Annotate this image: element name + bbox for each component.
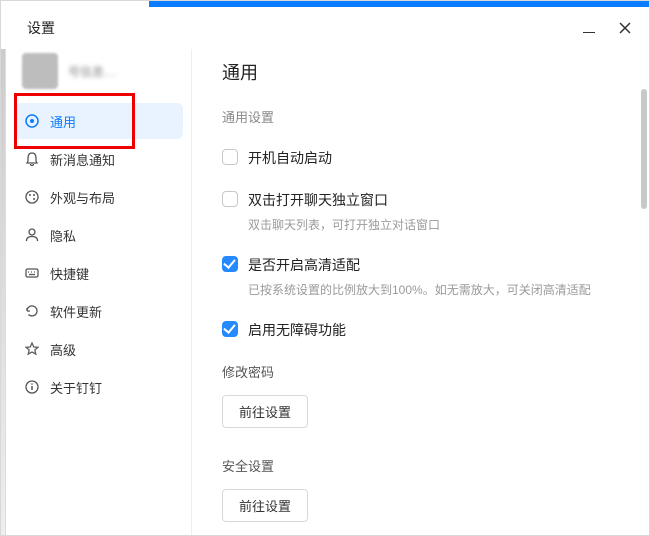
- option-label: 是否开启高清适配: [248, 255, 591, 275]
- gear-icon: [24, 113, 40, 129]
- checkbox[interactable]: [222, 149, 238, 165]
- sidebar-item-general[interactable]: 通用: [14, 103, 183, 139]
- sidebar-item-advanced[interactable]: 高级: [14, 331, 183, 367]
- page-title: 通用: [222, 59, 619, 85]
- group-security: 安全设置: [222, 456, 619, 475]
- scrollbar[interactable]: [641, 89, 647, 209]
- titlebar: 设置: [1, 1, 649, 49]
- keyboard-icon: [24, 265, 40, 281]
- window-body: 号信息… 通用 新消息通知: [1, 49, 649, 535]
- option-label: 双击打开聊天独立窗口: [248, 190, 440, 210]
- bell-icon: [24, 151, 40, 167]
- sidebar-item-label: 关于钉钉: [50, 378, 102, 397]
- checkbox[interactable]: [222, 191, 238, 207]
- sidebar-item-label: 隐私: [50, 226, 76, 245]
- sidebar-item-label: 通用: [50, 112, 76, 131]
- checkbox[interactable]: [222, 321, 238, 337]
- sidebar-item-privacy[interactable]: 隐私: [14, 217, 183, 253]
- sidebar-item-label: 外观与布局: [50, 188, 115, 207]
- person-icon: [24, 227, 40, 243]
- sidebar-item-about[interactable]: 关于钉钉: [14, 369, 183, 405]
- window-controls: [583, 20, 631, 36]
- palette-icon: [24, 189, 40, 205]
- checkbox[interactable]: [222, 256, 238, 272]
- sidebar-item-notifications[interactable]: 新消息通知: [14, 141, 183, 177]
- goto-settings-button[interactable]: 前往设置: [222, 395, 308, 428]
- avatar: [22, 53, 58, 89]
- option-label: 开机自动启动: [248, 148, 332, 168]
- sidebar-item-label: 软件更新: [50, 302, 102, 321]
- profile-text: 号信息…: [68, 63, 116, 80]
- option-accessibility[interactable]: 启用无障碍功能: [222, 320, 619, 340]
- content-panel: 通用 通用设置 开机自动启动 双击打开聊天独立窗口 双击聊天列表，可打开独立对话…: [192, 49, 649, 535]
- option-autostart[interactable]: 开机自动启动: [222, 148, 619, 168]
- close-button[interactable]: [619, 22, 631, 34]
- sidebar-nav: 通用 新消息通知 外观与布局: [6, 99, 191, 409]
- settings-window: 设置 号信息… 通用: [0, 0, 650, 536]
- sidebar-item-label: 快捷键: [50, 264, 89, 283]
- sidebar-item-label: 新消息通知: [50, 150, 115, 169]
- window-title: 设置: [27, 18, 55, 38]
- sidebar-item-updates[interactable]: 软件更新: [14, 293, 183, 329]
- sidebar-item-shortcuts[interactable]: 快捷键: [14, 255, 183, 291]
- profile-block[interactable]: 号信息…: [6, 49, 191, 99]
- section-label: 通用设置: [222, 107, 619, 126]
- option-hidpi[interactable]: 是否开启高清适配 已按系统设置的比例放大到100%。如无需放大，可关闭高清适配: [222, 255, 619, 298]
- goto-settings-button[interactable]: 前往设置: [222, 489, 308, 522]
- sidebar: 号信息… 通用 新消息通知: [6, 49, 192, 535]
- sidebar-item-label: 高级: [50, 340, 76, 359]
- sidebar-item-appearance[interactable]: 外观与布局: [14, 179, 183, 215]
- option-desc: 已按系统设置的比例放大到100%。如无需放大，可关闭高清适配: [248, 281, 591, 298]
- group-change-password: 修改密码: [222, 362, 619, 381]
- minimize-button[interactable]: [583, 20, 595, 36]
- info-icon: [24, 379, 40, 395]
- option-label: 启用无障碍功能: [248, 320, 346, 340]
- option-doubleclick-window[interactable]: 双击打开聊天独立窗口 双击聊天列表，可打开独立对话窗口: [222, 190, 619, 233]
- option-desc: 双击聊天列表，可打开独立对话窗口: [248, 216, 440, 233]
- star-icon: [24, 341, 40, 357]
- refresh-icon: [24, 303, 40, 319]
